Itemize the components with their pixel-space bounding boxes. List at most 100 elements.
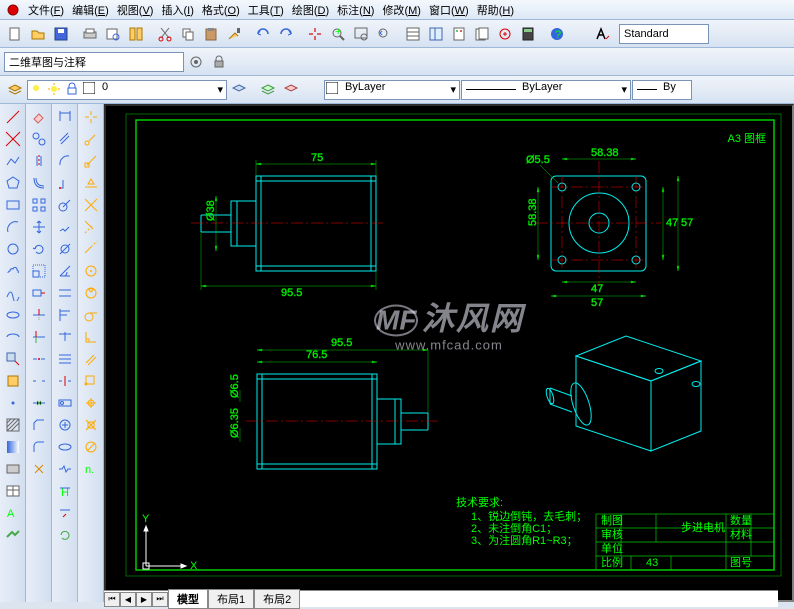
markup-button[interactable] [494, 23, 516, 45]
design-center-button[interactable] [425, 23, 447, 45]
tab-last-button[interactable]: ⏭ [152, 592, 168, 607]
new-button[interactable] [4, 23, 26, 45]
dim-ord-button[interactable] [54, 172, 76, 193]
erase-button[interactable] [28, 106, 50, 127]
inspect-button[interactable] [54, 436, 76, 457]
menu-format[interactable]: 格式(O) [198, 0, 244, 20]
dim-quick-button[interactable] [54, 282, 76, 303]
center-mark-button[interactable] [54, 414, 76, 435]
ellipse-button[interactable] [2, 304, 24, 325]
match-button[interactable] [223, 23, 245, 45]
snap-none-button[interactable] [80, 436, 102, 457]
paste-button[interactable] [200, 23, 222, 45]
table-button[interactable] [2, 480, 24, 501]
fillet-button[interactable] [28, 436, 50, 457]
tab-next-button[interactable]: ▶ [136, 592, 152, 607]
layer-prev-button[interactable] [228, 79, 250, 101]
layer-combo[interactable]: 0 ▾ [27, 80, 227, 100]
tab-model[interactable]: 模型 [168, 589, 208, 609]
mtext-button[interactable]: A [2, 502, 24, 523]
preview-button[interactable] [102, 23, 124, 45]
text-style-combo[interactable] [619, 24, 709, 44]
linetype-combo[interactable]: ByLayer ▾ [461, 80, 631, 100]
snap-par-button[interactable] [80, 348, 102, 369]
undo-button[interactable] [252, 23, 274, 45]
explode-button[interactable] [28, 458, 50, 479]
snap-mid-button[interactable] [80, 172, 102, 193]
layer-iso-button[interactable] [280, 79, 302, 101]
properties-button[interactable] [402, 23, 424, 45]
copy-obj-button[interactable] [28, 128, 50, 149]
dim-diameter-button[interactable] [54, 238, 76, 259]
open-button[interactable] [27, 23, 49, 45]
snap-tan-button[interactable] [80, 304, 102, 325]
dim-baseline-button[interactable] [54, 304, 76, 325]
lineweight-combo[interactable]: By [632, 80, 692, 100]
trim-button[interactable] [28, 304, 50, 325]
tab-prev-button[interactable]: ◀ [120, 592, 136, 607]
drawing-canvas[interactable]: A3 图框 75 95.5 Ø38 [104, 104, 794, 602]
save-button[interactable] [50, 23, 72, 45]
snap-cen-button[interactable] [80, 260, 102, 281]
snap-end-button[interactable] [80, 150, 102, 171]
copy-button[interactable] [177, 23, 199, 45]
scale-button[interactable] [28, 260, 50, 281]
addselected-button[interactable] [2, 524, 24, 545]
workspace-combo[interactable] [4, 52, 184, 72]
dim-aligned-button[interactable] [54, 128, 76, 149]
dim-edit-button[interactable]: H [54, 480, 76, 501]
menu-insert[interactable]: 插入(I) [157, 0, 197, 20]
dim-space-button[interactable] [54, 348, 76, 369]
break-button[interactable] [28, 370, 50, 391]
hatch-button[interactable] [2, 414, 24, 435]
tab-layout2[interactable]: 布局2 [254, 589, 300, 609]
menu-modify[interactable]: 修改(M) [378, 0, 425, 20]
dim-arc-button[interactable] [54, 150, 76, 171]
dim-update-button[interactable] [54, 524, 76, 545]
workspace-lock-button[interactable] [208, 51, 230, 73]
spline-button[interactable] [2, 282, 24, 303]
mirror-button[interactable] [28, 150, 50, 171]
layer-state-button[interactable] [257, 79, 279, 101]
menu-file[interactable]: 文件(F) [24, 0, 68, 20]
text-style-icon[interactable] [590, 23, 618, 45]
point-button[interactable] [2, 392, 24, 413]
join-button[interactable] [28, 392, 50, 413]
menu-dimension[interactable]: 标注(N) [333, 0, 378, 20]
tool-palette-button[interactable] [448, 23, 470, 45]
break-point-button[interactable] [28, 348, 50, 369]
pline-button[interactable] [2, 150, 24, 171]
plot-button[interactable] [79, 23, 101, 45]
extend-button[interactable] [28, 326, 50, 347]
calc-button[interactable] [517, 23, 539, 45]
publish-button[interactable] [125, 23, 147, 45]
tolerance-button[interactable] [54, 392, 76, 413]
xline-button[interactable] [2, 128, 24, 149]
cut-button[interactable] [154, 23, 176, 45]
snap-nod-button[interactable] [80, 392, 102, 413]
redo-button[interactable] [275, 23, 297, 45]
stretch-button[interactable] [28, 282, 50, 303]
snap-appint-button[interactable] [80, 216, 102, 237]
offset-button[interactable] [28, 172, 50, 193]
dim-jog-button[interactable] [54, 216, 76, 237]
dim-angular-button[interactable] [54, 260, 76, 281]
zoom-window-button[interactable] [350, 23, 372, 45]
help-button[interactable]: ? [546, 23, 568, 45]
dim-continue-button[interactable] [54, 326, 76, 347]
dim-break-button[interactable] [54, 370, 76, 391]
color-combo[interactable]: ByLayer ▾ [324, 80, 460, 100]
jog-linear-button[interactable] [54, 458, 76, 479]
chamfer-button[interactable] [28, 414, 50, 435]
dim-linear-button[interactable] [54, 106, 76, 127]
menu-help[interactable]: 帮助(H) [473, 0, 518, 20]
zoom-prev-button[interactable] [373, 23, 395, 45]
workspace-settings-button[interactable] [185, 51, 207, 73]
snap-ext-button[interactable] [80, 238, 102, 259]
move-button[interactable] [28, 216, 50, 237]
arc-button[interactable] [2, 216, 24, 237]
layer-manager-button[interactable] [4, 79, 26, 101]
line-button[interactable] [2, 106, 24, 127]
snap-settings-button[interactable]: n. [80, 458, 102, 479]
tab-layout1[interactable]: 布局1 [208, 589, 254, 609]
